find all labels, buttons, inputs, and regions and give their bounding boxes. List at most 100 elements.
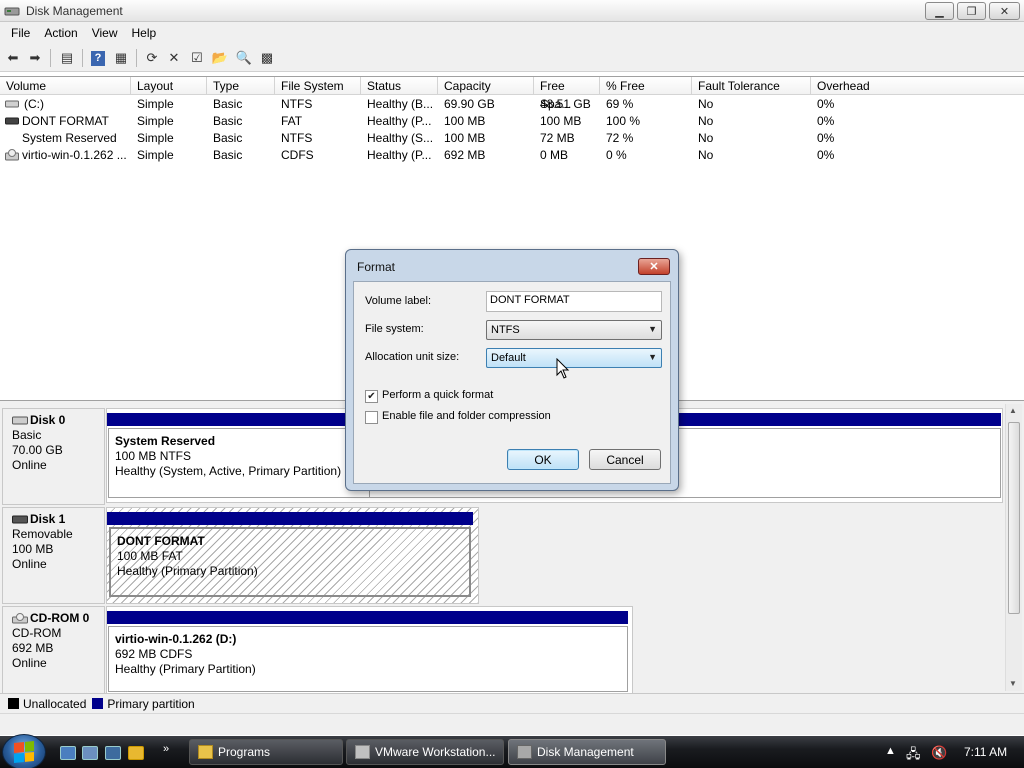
show-hidden-icons-icon[interactable]: ▲ xyxy=(885,745,896,757)
volume-percent-free: 0 % xyxy=(606,148,627,162)
volume-name[interactable]: virtio-win-0.1.262 ... xyxy=(16,147,130,164)
file-system-select[interactable]: NTFS ▼ xyxy=(486,320,662,340)
vertical-scrollbar[interactable]: ▲ ▼ xyxy=(1005,404,1022,691)
menu-view[interactable]: View xyxy=(85,26,125,40)
volume-type: Basic xyxy=(213,114,243,128)
ok-button[interactable]: OK xyxy=(507,449,579,470)
partition-virtio-win[interactable]: virtio-win-0.1.262 (D:) 692 MB CDFS Heal… xyxy=(108,626,628,692)
toolbar: ⬅ ➡ ▤ ? ▦ ⟳ ✕ ☑ 📂 🔍 ▩ xyxy=(0,44,1024,72)
media-icon[interactable] xyxy=(128,746,144,760)
maximize-button[interactable]: ❐ xyxy=(957,2,986,20)
taskbar-button-label: VMware Workstation... xyxy=(375,745,496,759)
allocation-unit-select[interactable]: Default ▼ xyxy=(486,348,662,368)
column-header-overhead[interactable]: Overhead xyxy=(811,77,1024,95)
partition-dont-format[interactable]: DONT FORMAT 100 MB FAT Healthy (Primary … xyxy=(109,527,471,597)
taskbar-button-disk-management[interactable]: Disk Management xyxy=(508,739,666,765)
switch-windows-icon[interactable] xyxy=(82,746,98,760)
volume-status: Healthy (P... xyxy=(367,148,432,162)
column-header-status[interactable]: Status xyxy=(361,77,438,95)
minimize-button[interactable]: ▁ xyxy=(925,2,954,20)
compression-label[interactable]: Enable file and folder compression xyxy=(382,410,551,422)
scroll-up-icon[interactable]: ▲ xyxy=(1009,406,1017,415)
refresh-icon[interactable]: ⟳ xyxy=(143,49,161,67)
volume-free-space: 100 MB xyxy=(540,114,582,128)
volume-type: Basic xyxy=(213,97,243,111)
properties-icon[interactable]: ▦ xyxy=(112,49,130,67)
legend-unallocated: Unallocated xyxy=(23,696,87,711)
scrollbar-thumb[interactable] xyxy=(1008,422,1020,614)
column-header-percent-free[interactable]: % Free xyxy=(600,77,692,95)
hard-drive-icon xyxy=(5,100,19,108)
disk-size: 692 MB xyxy=(12,641,54,655)
show-desktop-icon[interactable] xyxy=(60,746,76,760)
scroll-down-icon[interactable]: ▼ xyxy=(1009,679,1017,688)
help-icon[interactable]: ? xyxy=(89,49,107,67)
folder-icon xyxy=(198,745,213,759)
volume-name[interactable]: System Reserved xyxy=(16,130,130,147)
disk-1-info[interactable]: Disk 1 Removable 100 MB Online xyxy=(2,507,105,604)
disk-state: Online xyxy=(12,458,47,472)
volume-fault-tolerance: No xyxy=(698,97,714,111)
partition-size: 692 MB CDFS xyxy=(115,647,193,661)
taskbar-button-label: Disk Management xyxy=(537,745,634,759)
cdrom-0-info[interactable]: CD-ROM 0 CD-ROM 692 MB Online xyxy=(2,606,105,694)
computer-icon[interactable] xyxy=(105,746,121,760)
quick-format-label[interactable]: Perform a quick format xyxy=(382,389,493,401)
status-bar xyxy=(0,713,1024,735)
console-tree-icon[interactable]: ▤ xyxy=(58,49,76,67)
partition-status: Healthy (Primary Partition) xyxy=(115,662,256,676)
quick-format-checkbox[interactable]: ✔ xyxy=(365,390,378,403)
partition-system-reserved[interactable]: System Reserved 100 MB NTFS Healthy (Sys… xyxy=(108,428,370,498)
back-arrow-icon[interactable]: ⬅ xyxy=(4,49,22,67)
windows-logo-icon xyxy=(14,740,34,764)
volume-free-space: 48.51 GB xyxy=(540,97,591,111)
volume-overhead: 0% xyxy=(817,131,835,145)
volume-name[interactable]: DONT FORMAT xyxy=(16,113,130,130)
forward-arrow-icon[interactable]: ➡ xyxy=(26,49,44,67)
start-button[interactable] xyxy=(2,734,46,768)
settings-icon[interactable]: ▩ xyxy=(258,49,276,67)
removable-disk-icon xyxy=(12,515,28,524)
disk-name: Disk 0 xyxy=(30,413,66,427)
unallocated-swatch xyxy=(8,698,19,709)
volume-muted-icon[interactable]: 🔇 xyxy=(931,745,947,761)
volume-free-space: 72 MB xyxy=(540,131,575,145)
legend-bar: Unallocated Primary partition xyxy=(0,693,1024,713)
taskbar-button-label: Programs xyxy=(218,745,271,759)
menu-action[interactable]: Action xyxy=(37,26,84,40)
disk-size: 100 MB xyxy=(12,542,54,556)
disk-type: Basic xyxy=(12,428,42,442)
search-icon[interactable]: 🔍 xyxy=(235,49,253,67)
menu-help[interactable]: Help xyxy=(125,26,164,40)
disk-size: 70.00 GB xyxy=(12,443,63,457)
volume-name[interactable]: (C:) xyxy=(18,96,130,113)
delete-icon[interactable]: ✕ xyxy=(165,49,183,67)
clock[interactable]: 7:11 AM xyxy=(964,745,1007,759)
check-icon[interactable]: ☑ xyxy=(188,49,206,67)
close-button[interactable]: ✕ xyxy=(989,2,1020,20)
volume-free-space: 0 MB xyxy=(540,148,569,162)
disk-management-icon xyxy=(4,7,20,16)
taskbar-button-vmware[interactable]: VMware Workstation... xyxy=(346,739,504,765)
volume-overhead: 0% xyxy=(817,148,835,162)
column-header-type[interactable]: Type xyxy=(207,77,275,95)
column-header-free-space[interactable]: Free Spa... xyxy=(534,77,600,111)
column-header-file-system[interactable]: File System xyxy=(275,77,361,95)
dialog-close-button[interactable]: ✕ xyxy=(638,258,670,275)
primary-partition-swatch xyxy=(92,698,104,709)
volume-label-input[interactable]: DONT FORMAT xyxy=(486,291,662,312)
cancel-button[interactable]: Cancel xyxy=(589,449,661,470)
partition-name: System Reserved xyxy=(115,434,216,448)
taskbar-overflow-icon[interactable]: » xyxy=(163,743,169,755)
column-header-fault-tolerance[interactable]: Fault Tolerance xyxy=(692,77,811,95)
column-header-capacity[interactable]: Capacity xyxy=(438,77,534,95)
open-folder-icon[interactable]: 📂 xyxy=(211,49,229,67)
column-header-volume[interactable]: Volume xyxy=(0,77,131,95)
network-icon[interactable]: 🖧 xyxy=(906,745,921,767)
taskbar-button-programs[interactable]: Programs xyxy=(189,739,343,765)
chevron-down-icon: ▼ xyxy=(648,352,657,362)
column-header-layout[interactable]: Layout xyxy=(131,77,207,95)
disk-0-info[interactable]: Disk 0 Basic 70.00 GB Online xyxy=(2,408,105,505)
menu-file[interactable]: File xyxy=(4,26,37,40)
compression-checkbox[interactable] xyxy=(365,411,378,424)
